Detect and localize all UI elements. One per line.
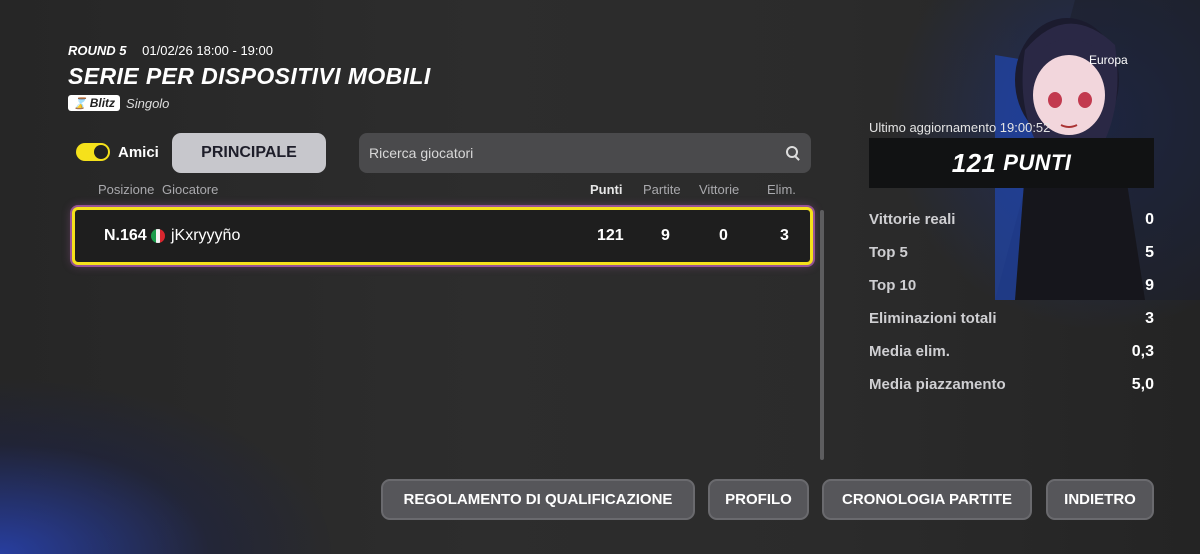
column-header-position: Posizione [98,182,155,197]
column-header-player: Giocatore [162,182,219,197]
column-header-wins[interactable]: Vittorie [699,182,739,197]
stat-label: Media elim. [869,343,950,360]
page-title: SERIE PER DISPOSITIVI MOBILI [68,63,431,89]
last-update: Ultimo aggiornamento 19:00:52 [869,120,1051,135]
mode-type: Singolo [126,95,170,111]
round-datetime: 01/02/26 18:00 - 19:00 [142,43,273,58]
italy-flag-icon [151,229,165,243]
back-button[interactable]: INDIETRO [1046,479,1154,520]
total-points: 121 PUNTI [869,138,1154,188]
round-info: ROUND 5 01/02/26 18:00 - 19:00 [68,43,273,58]
stat-label: Media piazzamento [869,376,1006,393]
region-label: Europa [1089,53,1128,67]
stat-value: 9 [1145,277,1154,294]
stat-row: Media elim. 0,3 [869,343,1154,361]
stat-value: 5,0 [1131,376,1154,393]
total-points-unit: PUNTI [1003,150,1072,175]
search-icon[interactable] [785,145,801,161]
stat-value: 3 [1145,310,1154,327]
round-label: ROUND 5 [68,43,127,58]
stat-label: Top 10 [869,277,917,294]
total-points-value: 121 [951,147,997,178]
leaderboard-scrollbar[interactable] [820,210,824,460]
stat-row: Media piazzamento 5,0 [869,376,1154,394]
search-input[interactable]: Ricerca giocatori [359,133,811,173]
stat-label: Top 5 [869,244,908,261]
stat-row: Top 5 5 [869,244,1154,262]
tab-principale[interactable]: PRINCIPALE [172,133,326,173]
column-header-matches[interactable]: Partite [643,182,681,197]
row-player-name: jKxryyyño [171,227,241,244]
table-row[interactable]: N.164 jKxryyyño 121 9 0 3 [72,207,813,265]
blitz-badge: ⌛ Blitz [68,95,121,111]
row-points: 121 [597,227,624,244]
stat-label: Eliminazioni totali [869,310,997,327]
stat-row: Vittorie reali 0 [869,211,1154,229]
qualification-rules-button[interactable]: REGOLAMENTO DI QUALIFICAZIONE [381,479,695,520]
stat-label: Vittorie reali [869,211,956,228]
column-header-elims[interactable]: Elim. [767,182,796,197]
stat-value: 0 [1145,211,1154,228]
match-history-button[interactable]: CRONOLOGIA PARTITE [822,479,1032,520]
mode-line: ⌛ Blitz Singolo [68,95,169,111]
profile-button[interactable]: PROFILO [708,479,809,520]
stat-row: Eliminazioni totali 3 [869,310,1154,328]
row-rank: N.164 [104,227,147,244]
friends-switch[interactable] [76,143,110,161]
stat-value: 0,3 [1131,343,1154,360]
stat-row: Top 10 9 [869,277,1154,295]
column-header-points[interactable]: Punti [590,182,623,197]
switch-knob [94,145,108,159]
row-wins: 0 [719,227,728,244]
blitz-icon: ⌛ [73,97,87,110]
row-elims: 3 [780,227,789,244]
stat-value: 5 [1145,244,1154,261]
blitz-label: Blitz [89,96,116,110]
row-matches: 9 [661,227,670,244]
search-placeholder: Ricerca giocatori [369,145,474,161]
friends-toggle[interactable]: Amici [76,143,159,161]
friends-label: Amici [118,143,159,161]
